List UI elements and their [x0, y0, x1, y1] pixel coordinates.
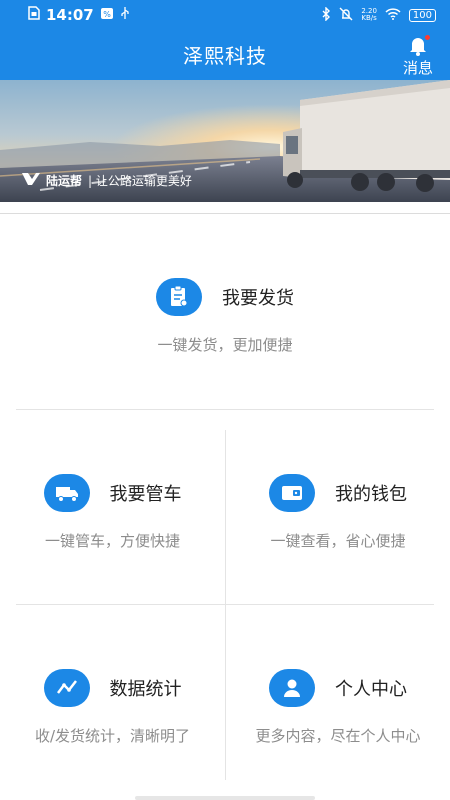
net-speed: 2.20 KB/s: [361, 7, 377, 22]
clipboard-icon: [156, 278, 202, 316]
my-wallet-desc: 一键查看，省心便捷: [270, 532, 406, 550]
personal-center-card[interactable]: 个人中心 更多内容，尽在个人中心: [226, 669, 450, 746]
divider: [16, 409, 434, 410]
hero-banner[interactable]: 陆运帮 | 让公路运输更美好: [0, 80, 450, 202]
divider: [0, 213, 450, 214]
brand-logo-icon: [22, 173, 40, 188]
personal-center-title: 个人中心: [335, 679, 407, 700]
data-statistics-title: 数据统计: [109, 679, 182, 700]
app-header: 14:07 % 2.20 KB/s 100 泽熙科技 消息: [0, 0, 450, 80]
messages-button[interactable]: 消息: [398, 34, 438, 78]
manage-vehicle-card[interactable]: 我要管车 一键管车，方便快捷: [0, 474, 225, 551]
bell-icon: [406, 34, 430, 56]
unread-badge: [425, 35, 430, 40]
sim-icon: [28, 6, 40, 24]
mute-icon: [339, 7, 353, 24]
user-icon: [269, 669, 315, 707]
ship-goods-title: 我要发货: [222, 288, 294, 309]
manage-vehicle-desc: 一键管车，方便快捷: [44, 532, 180, 550]
battery-indicator: 100: [408, 8, 436, 22]
svg-text:%: %: [103, 10, 111, 19]
usb-icon: [120, 6, 130, 24]
page-title: 泽熙科技: [183, 44, 267, 68]
wallet-icon: [269, 474, 315, 512]
truck-icon: [43, 474, 90, 512]
my-wallet-title: 我的钱包: [335, 484, 407, 505]
personal-center-desc: 更多内容，尽在个人中心: [255, 727, 421, 745]
ship-goods-desc: 一键发货，更加便捷: [157, 336, 293, 354]
brand-slogan: | 让公路运输更美好: [88, 174, 192, 188]
divider: [16, 604, 434, 605]
bluetooth-icon: [321, 5, 331, 24]
manage-vehicle-title: 我要管车: [109, 484, 182, 505]
data-statistics-desc: 收/发货统计，清晰明了: [34, 727, 191, 745]
ship-goods-card[interactable]: 我要发货 一键发货，更加便捷: [0, 278, 450, 355]
banner-brand: 陆运帮 | 让公路运输更美好: [22, 172, 192, 189]
messages-label: 消息: [402, 59, 433, 77]
data-statistics-card[interactable]: 数据统计 收/发货统计，清晰明了: [0, 669, 225, 746]
brand-name: 陆运帮: [46, 174, 83, 188]
line-chart-icon: [43, 669, 90, 707]
status-time: 14:07: [46, 6, 94, 24]
status-bar: 14:07 % 2.20 KB/s 100: [0, 0, 450, 30]
home-indicator[interactable]: [135, 796, 315, 800]
vpn-icon: %: [100, 7, 114, 24]
wifi-icon: [385, 7, 401, 23]
my-wallet-card[interactable]: 我的钱包 一键查看，省心便捷: [226, 474, 450, 551]
